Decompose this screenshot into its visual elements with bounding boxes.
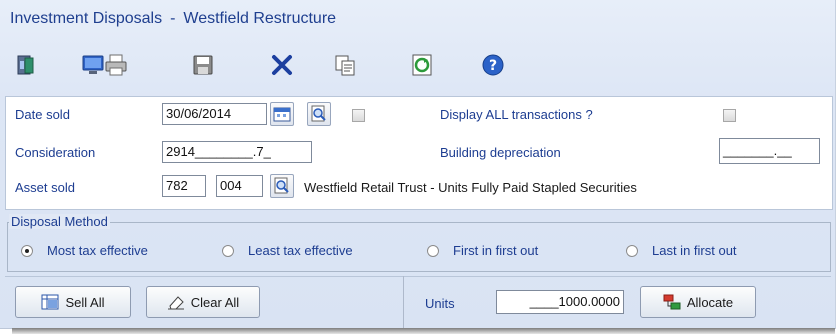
exit-button[interactable] — [14, 52, 40, 78]
radio-first-in-first-out[interactable]: First in first out — [427, 243, 538, 258]
disposal-method-title: Disposal Method — [9, 214, 110, 229]
asset-subcode-field[interactable]: 004 — [216, 175, 263, 197]
units-label: Units — [425, 296, 455, 311]
copy-button[interactable] — [332, 52, 358, 78]
title-separator: - — [170, 10, 176, 27]
clear-all-label: Clear All — [190, 294, 240, 310]
exit-icon — [17, 55, 34, 75]
radio-most-tax-effective[interactable]: Most tax effective — [21, 243, 148, 258]
radio-indicator — [427, 244, 439, 257]
eraser-icon — [167, 296, 184, 310]
delete-button[interactable] — [269, 52, 295, 78]
building-depreciation-field[interactable]: _______.__ — [719, 138, 820, 164]
window-title: Investment Disposals — [10, 10, 163, 27]
magnifier-icon — [274, 177, 289, 194]
monitor-icon — [82, 55, 104, 74]
radio-label: First in first out — [453, 243, 539, 258]
radio-indicator — [222, 244, 234, 257]
delete-icon — [272, 55, 292, 75]
asset-code-field[interactable]: 782 — [162, 175, 206, 197]
print-icon — [105, 54, 127, 76]
refresh-button[interactable] — [409, 52, 435, 78]
window-subtitle: Westfield Restructure — [183, 10, 337, 27]
help-button[interactable]: ? — [480, 52, 506, 78]
copy-icon — [335, 55, 355, 76]
date-sold-checkbox[interactable] — [352, 109, 365, 122]
print-button[interactable] — [103, 52, 129, 78]
radio-least-tax-effective[interactable]: Least tax effective — [222, 243, 353, 258]
building-depreciation-label: Building depreciation — [440, 145, 561, 160]
consideration-label: Consideration — [15, 145, 96, 160]
sell-all-button[interactable]: Sell All — [15, 286, 131, 318]
date-sold-label: Date sold — [15, 107, 70, 122]
clear-all-button[interactable]: Clear All — [146, 286, 260, 318]
asset-lookup-button[interactable] — [270, 174, 294, 198]
date-lookup-button[interactable] — [307, 102, 331, 126]
calendar-icon — [273, 107, 291, 122]
allocate-icon — [663, 294, 681, 310]
window-shadow — [12, 328, 835, 334]
asset-sold-label: Asset sold — [15, 180, 75, 195]
radio-label: Last in first out — [652, 243, 737, 258]
radio-indicator — [626, 244, 638, 257]
allocate-button[interactable]: Allocate — [640, 286, 756, 318]
magnifier-icon — [311, 105, 326, 122]
consideration-field[interactable]: 2914________.7_ — [162, 141, 312, 163]
radio-last-in-first-out[interactable]: Last in first out — [626, 243, 737, 258]
svg-text:?: ? — [489, 58, 497, 74]
asset-description: Westfield Retail Trust - Units Fully Pai… — [304, 180, 637, 195]
save-icon — [193, 55, 213, 75]
display-all-label: Display ALL transactions ? — [440, 107, 593, 122]
allocate-label: Allocate — [686, 294, 734, 310]
units-field[interactable]: ____1000.0000 — [496, 290, 624, 314]
sell-all-label: Sell All — [65, 294, 105, 310]
display-all-checkbox[interactable] — [723, 109, 736, 122]
radio-label: Most tax effective — [47, 243, 148, 258]
save-button[interactable] — [190, 52, 216, 78]
radio-selected-indicator — [21, 244, 33, 257]
calendar-button[interactable] — [270, 102, 294, 126]
radio-label: Least tax effective — [248, 243, 353, 258]
sell-all-icon — [41, 294, 59, 310]
bottom-divider — [403, 276, 404, 328]
window-title-bar: Investment Disposals - Westfield Restructu… — [10, 10, 336, 28]
help-icon: ? — [482, 54, 504, 76]
refresh-icon — [412, 54, 432, 76]
date-sold-field[interactable]: 30/06/2014 — [162, 103, 267, 125]
